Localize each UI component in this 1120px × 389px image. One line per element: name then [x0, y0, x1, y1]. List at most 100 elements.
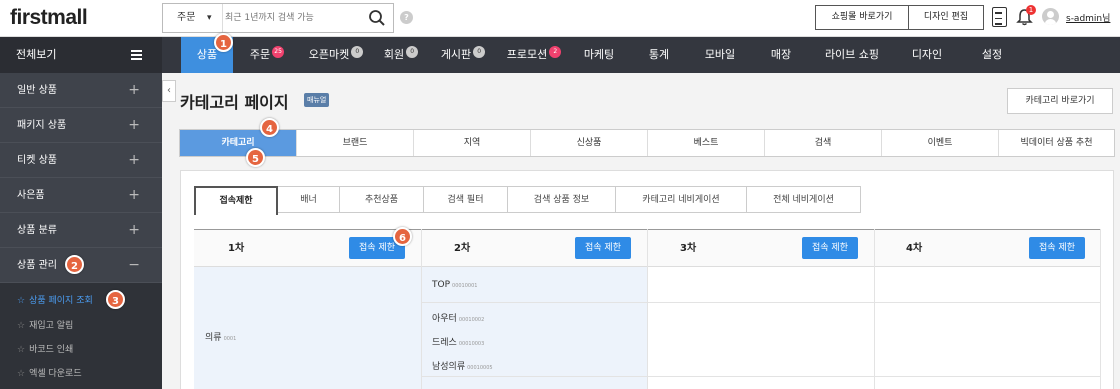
nav-item-design[interactable]: 디자인	[905, 37, 949, 73]
nav-item-members[interactable]: 회원 0	[377, 37, 425, 73]
sidebar-item-product-category[interactable]: 상품 분류 +	[0, 213, 162, 248]
plus-icon: +	[128, 117, 140, 133]
nav-label: 모바일	[704, 48, 736, 61]
nav-item-board[interactable]: 게시판 0	[434, 37, 492, 73]
tab-category[interactable]: 카테고리	[180, 130, 297, 156]
category-level2-item[interactable]: TOP 00010001	[432, 280, 477, 290]
category-level2-item[interactable]: 남성의류 00010005	[432, 359, 493, 372]
search-category-label: 주문	[177, 12, 196, 23]
nav-item-mobile[interactable]: 모바일	[697, 37, 743, 73]
col-level4-label: 4차	[906, 243, 923, 254]
sidebar-item-package-products[interactable]: 패키지 상품 +	[0, 108, 162, 143]
search-category-select[interactable]: 주문 ▾	[163, 4, 223, 32]
star-icon: ☆	[17, 369, 26, 379]
nav-item-promotion[interactable]: 프로모션 2	[500, 37, 568, 73]
nav-item-store[interactable]: 매장	[762, 37, 800, 73]
nav-badge: 0	[406, 46, 419, 58]
nav-label: 라이브 쇼핑	[824, 48, 880, 61]
level1-cell	[194, 267, 421, 389]
nav-label: 마케팅	[583, 48, 615, 61]
tab-region[interactable]: 지역	[414, 130, 531, 156]
sub-item-barcode-print[interactable]: ☆ 바코드 인쇄	[17, 342, 73, 355]
sidebar-item-ticket-products[interactable]: 티켓 상품 +	[0, 143, 162, 178]
plus-icon: +	[128, 82, 140, 98]
design-edit-button[interactable]: 디자인 편집	[908, 5, 984, 30]
tab-new-products[interactable]: 신상품	[531, 130, 648, 156]
help-icon[interactable]: ?	[400, 11, 413, 24]
nav-item-openmarket[interactable]: 오픈마켓 0	[302, 37, 370, 73]
search-input[interactable]	[225, 4, 355, 32]
nav-badge: 0	[473, 46, 486, 58]
sidebar-collapse-button[interactable]: ‹	[162, 80, 176, 102]
nav-label: 오픈마켓	[308, 48, 350, 61]
sub-item-product-page-view[interactable]: ☆ 상품 페이지 조회	[17, 293, 93, 306]
step-marker: 2	[65, 255, 84, 274]
tab-search-product-info[interactable]: 검색 상품 정보	[508, 186, 616, 213]
category-code: 00010001	[452, 283, 478, 289]
tab-recommended-products[interactable]: 추천상품	[340, 186, 424, 213]
nav-item-marketing[interactable]: 마케팅	[575, 37, 623, 73]
tab-search[interactable]: 검색	[765, 130, 882, 156]
access-limit-button-level2[interactable]: 접속 제한	[575, 237, 631, 259]
sidebar-item-general-products[interactable]: 일반 상품 +	[0, 73, 162, 108]
sidebar: 일반 상품 + 패키지 상품 + 티켓 상품 + 사은품 + 상품 분류 + 상품 관리 −…	[0, 73, 162, 389]
nav-label: 게시판	[440, 48, 472, 61]
nav-badge: 2	[549, 46, 562, 58]
nav-item-live-shopping[interactable]: 라이브 쇼핑	[818, 37, 886, 73]
nav-item-settings[interactable]: 설정	[972, 37, 1012, 73]
nav-label: 주문	[249, 48, 271, 61]
tab-full-navigation[interactable]: 전체 네비게이션	[747, 186, 861, 213]
row-divider	[421, 376, 1101, 377]
plus-icon: +	[128, 187, 140, 203]
tab-search-filter[interactable]: 검색 필터	[424, 186, 508, 213]
logo[interactable]: firstmall	[10, 6, 88, 30]
step-marker: 5	[246, 148, 265, 167]
nav-label: 설정	[981, 48, 1003, 61]
category-name: 의류	[205, 333, 222, 343]
tab-event[interactable]: 이벤트	[882, 130, 999, 156]
all-menu-label: 전체보기	[16, 48, 57, 61]
category-level1-item[interactable]: 의류 0001	[205, 330, 236, 343]
user-name-link[interactable]: s-admin님	[1066, 11, 1110, 24]
avatar[interactable]	[1042, 8, 1059, 25]
category-level2-item[interactable]: 드레스 00010003	[432, 335, 484, 348]
category-level2-item[interactable]: 아우터 00010002	[432, 311, 484, 324]
col-level2-label: 2차	[454, 243, 471, 254]
nav-item-stats[interactable]: 통계	[640, 37, 678, 73]
category-code: 00010005	[467, 365, 493, 371]
nav-label: 디자인	[911, 48, 943, 61]
sidebar-item-gifts[interactable]: 사은품 +	[0, 178, 162, 213]
category-name: TOP	[432, 280, 451, 290]
step-marker: 4	[260, 118, 279, 137]
chevron-down-icon: ▾	[207, 13, 212, 23]
search-icon[interactable]	[368, 9, 386, 27]
tab-best[interactable]: 베스트	[648, 130, 765, 156]
sub-item-restock-alert[interactable]: ☆ 재입고 알림	[17, 318, 73, 331]
category-go-button[interactable]: 카테고리 바로가기	[1007, 88, 1113, 114]
category-code: 00010003	[458, 341, 485, 347]
tab-category-navigation[interactable]: 카테고리 네비게이션	[616, 186, 747, 213]
manual-badge[interactable]: 매뉴얼	[304, 93, 330, 107]
all-menu-button[interactable]: 전체보기	[0, 37, 162, 73]
access-limit-button-level4[interactable]: 접속 제한	[1029, 237, 1085, 259]
search-box: 주문 ▾	[162, 3, 394, 33]
tab-brand[interactable]: 브랜드	[297, 130, 414, 156]
sub-item-excel-download[interactable]: ☆ 엑셀 다운로드	[17, 366, 82, 379]
star-icon: ☆	[17, 296, 26, 306]
category-name: 남성의류	[432, 362, 466, 372]
sub-item-label: 재입고 알림	[29, 321, 74, 331]
nav-label: 상품	[196, 48, 218, 61]
tab-access-limit[interactable]: 접속제한	[194, 186, 278, 215]
nav-item-orders[interactable]: 주문 25	[240, 37, 294, 73]
tab-banner[interactable]: 배너	[278, 186, 340, 213]
page-type-tabs: 카테고리 브랜드 지역 신상품 베스트 검색 이벤트 빅데이터 상품 추천	[179, 129, 1115, 157]
step-marker: 6	[393, 227, 412, 246]
page-title: 카테고리 페이지	[180, 93, 289, 112]
sub-item-label: 바코드 인쇄	[29, 345, 74, 355]
access-limit-button-level3[interactable]: 접속 제한	[802, 237, 858, 259]
sub-item-label: 상품 페이지 조회	[29, 296, 93, 306]
document-icon[interactable]	[992, 7, 1007, 27]
shop-link-button[interactable]: 쇼핑몰 바로가기	[815, 5, 909, 30]
notification-badge: 1	[1026, 5, 1036, 15]
tab-bigdata-recommend[interactable]: 빅데이터 상품 추천	[999, 130, 1114, 156]
